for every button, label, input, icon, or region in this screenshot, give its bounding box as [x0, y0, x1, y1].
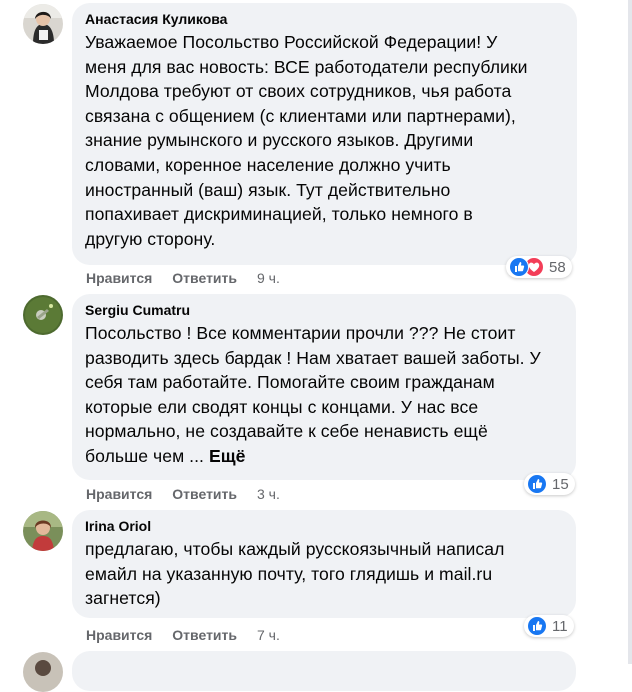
comment-text: Посольство ! Все комментарии прочли ??? … — [85, 321, 564, 469]
comment-actions: Нравится Ответить 7 ч. — [86, 627, 280, 643]
comment-actions: Нравится Ответить 3 ч. — [86, 486, 280, 502]
reaction-count: 15 — [552, 475, 569, 493]
comment-bubble — [72, 651, 576, 691]
reaction-summary[interactable]: 15 — [524, 473, 575, 495]
comment-time[interactable]: 3 ч. — [257, 486, 280, 502]
like-button[interactable]: Нравится — [86, 627, 152, 643]
avatar[interactable] — [23, 511, 63, 551]
reaction-count: 11 — [552, 617, 568, 635]
comment-time[interactable]: 7 ч. — [257, 627, 280, 643]
comment-author[interactable]: Анастасия Куликова — [85, 11, 565, 28]
reply-button[interactable]: Ответить — [172, 627, 237, 643]
comment-actions: Нравится Ответить 9 ч. — [86, 270, 280, 286]
avatar[interactable] — [23, 4, 63, 44]
reply-button[interactable]: Ответить — [172, 486, 237, 502]
see-more-link[interactable]: Ещё — [209, 446, 246, 466]
comment-author[interactable]: Irina Oriol — [85, 518, 564, 535]
like-icon — [527, 474, 547, 494]
comment-bubble: Анастасия Куликова Уважаемое Посольство … — [72, 3, 577, 265]
comment-bubble: Sergiu Cumatru Посольство ! Все коммента… — [72, 294, 576, 480]
reply-button[interactable]: Ответить — [172, 270, 237, 286]
scroll-edge — [628, 0, 632, 664]
comment-text-body: Посольство ! Все комментарии прочли ??? … — [85, 323, 541, 466]
avatar[interactable] — [23, 652, 63, 692]
comment-author[interactable]: Sergiu Cumatru — [85, 302, 564, 319]
like-button[interactable]: Нравится — [86, 486, 152, 502]
avatar[interactable] — [23, 295, 63, 335]
like-icon — [527, 616, 547, 636]
reaction-summary[interactable]: 58 — [506, 256, 572, 278]
reaction-summary[interactable]: 11 — [524, 615, 574, 637]
like-button[interactable]: Нравится — [86, 270, 152, 286]
comment-time[interactable]: 9 ч. — [257, 270, 280, 286]
comment-text: Уважаемое Посольство Российской Федераци… — [85, 32, 528, 249]
comment-bubble: Irina Oriol предлагаю, чтобы каждый русс… — [72, 510, 576, 618]
reaction-count: 58 — [549, 258, 566, 276]
comment-text: предлагаю, чтобы каждый русскоязычный на… — [85, 539, 505, 609]
like-icon — [509, 257, 529, 277]
